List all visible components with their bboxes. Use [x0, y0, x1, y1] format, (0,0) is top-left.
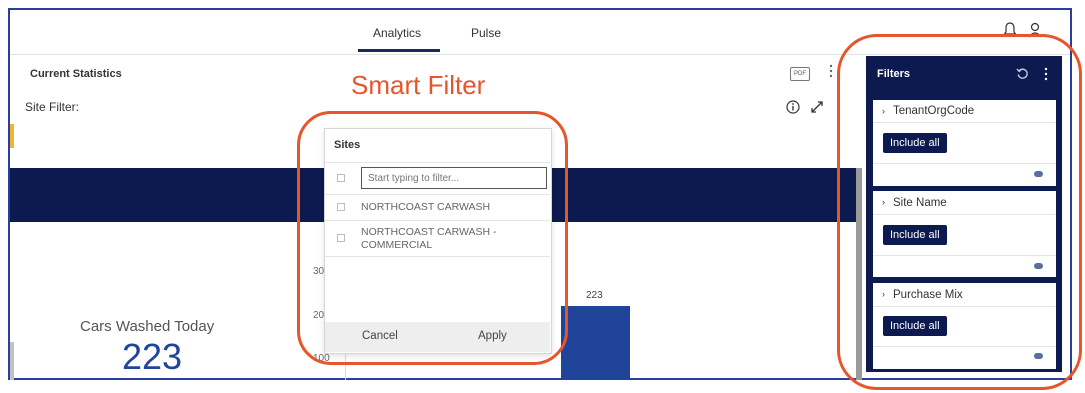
bar-data-label: 223: [586, 290, 603, 302]
annotation-oval-filters: [837, 34, 1082, 390]
kpi-label: Cars Washed Today: [80, 318, 215, 335]
panel-menu-icon[interactable]: [828, 64, 834, 81]
expand-icon[interactable]: [810, 100, 824, 119]
pdf-export-button[interactable]: PDF: [790, 67, 810, 81]
info-icon[interactable]: [786, 100, 800, 119]
highlight-marker: [10, 124, 14, 148]
active-tab-indicator: [358, 49, 440, 52]
tab-pulse[interactable]: Pulse: [471, 26, 501, 40]
side-marker: [10, 342, 14, 380]
tab-analytics[interactable]: Analytics: [373, 26, 421, 40]
site-filter-label: Site Filter:: [25, 100, 80, 114]
chart-bar[interactable]: [561, 306, 630, 380]
annotation-oval-dropdown: [297, 111, 568, 365]
smart-filter-annotation: Smart Filter: [351, 70, 486, 100]
kpi-value: 223: [122, 336, 183, 377]
panel-title: Current Statistics: [30, 68, 122, 80]
